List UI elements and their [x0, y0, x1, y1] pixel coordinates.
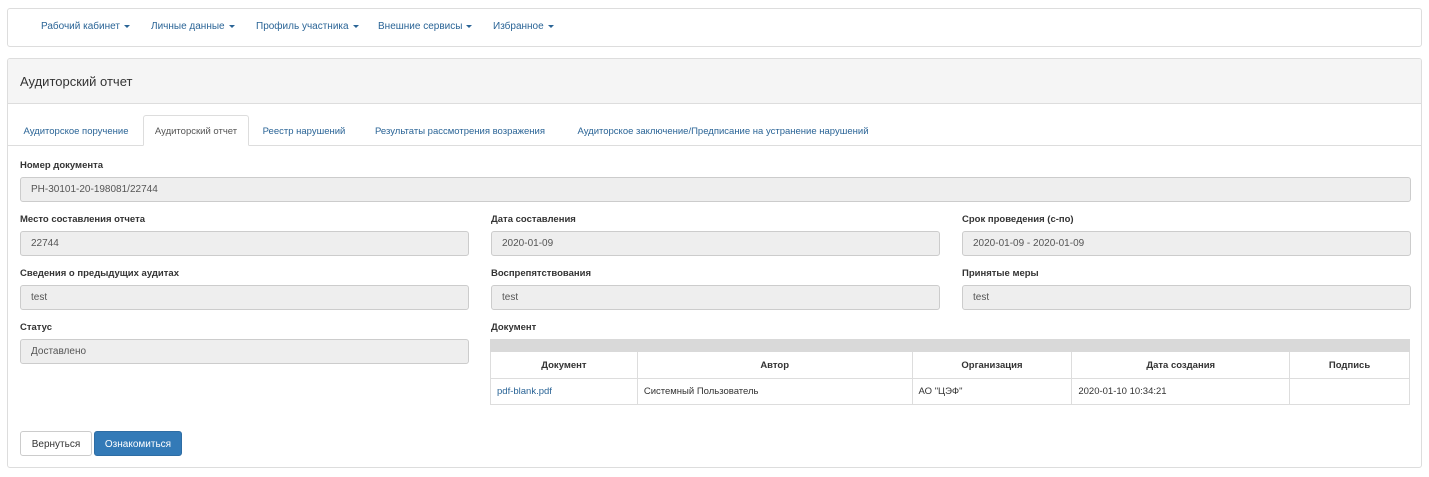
column-header-document: Документ	[490, 351, 638, 379]
obstructions-field[interactable]: test	[491, 285, 940, 310]
table-toolbar-bar	[490, 339, 1410, 352]
obstructions-label: Воспрепятствования	[491, 268, 592, 279]
caret-down-icon	[466, 24, 473, 28]
prev-audits-field[interactable]: test	[20, 285, 469, 310]
measures-label: Принятые меры	[962, 268, 1039, 279]
report-place-field[interactable]: 22744	[20, 231, 469, 256]
nav-item-label: Личные данные	[151, 21, 225, 32]
tab-bar: Аудиторское поручение Аудиторский отчет …	[8, 115, 1421, 146]
doc-number-label: Номер документа	[20, 160, 104, 171]
report-place-label: Место составления отчета	[20, 214, 146, 225]
column-header-author: Автор	[636, 351, 913, 379]
tab-audit-conclusion[interactable]: Аудиторское заключение/Предписание на ус…	[564, 116, 882, 146]
report-date-label: Дата составления	[491, 214, 576, 225]
column-header-signature: Подпись	[1289, 351, 1410, 379]
caret-down-icon	[352, 24, 359, 28]
tab-violations-registry[interactable]: Реестр нарушений	[256, 116, 352, 146]
nav-item-dashboard[interactable]: Рабочий кабинет	[41, 21, 130, 32]
documents-label: Документ	[491, 322, 537, 333]
status-field[interactable]: Доставлено	[20, 339, 469, 364]
audit-period-label: Срок проведения (с-по)	[962, 214, 1074, 225]
back-button[interactable]: Вернуться	[20, 431, 92, 456]
nav-item-personal-data[interactable]: Личные данные	[151, 21, 235, 32]
panel-title: Аудиторский отчет	[8, 59, 1421, 104]
column-header-created-date: Дата создания	[1071, 351, 1291, 379]
document-created-cell: 2020-01-10 10:34:21	[1071, 378, 1291, 405]
status-label: Статус	[20, 322, 53, 333]
nav-item-participant-profile[interactable]: Профиль участника	[256, 21, 359, 32]
tab-audit-assignment[interactable]: Аудиторское поручение	[20, 116, 132, 146]
nav-item-label: Профиль участника	[256, 21, 349, 32]
caret-down-icon	[228, 24, 235, 28]
prev-audits-label: Сведения о предыдущих аудитах	[20, 268, 179, 279]
document-signature-cell	[1289, 378, 1410, 405]
measures-field[interactable]: test	[962, 285, 1411, 310]
document-author-cell: Системный Пользователь	[636, 378, 913, 405]
nav-item-label: Избранное	[493, 21, 544, 32]
caret-down-icon	[547, 24, 554, 28]
doc-number-field[interactable]: PH-30101-20-198081/22744	[20, 177, 1411, 202]
tab-audit-report[interactable]: Аудиторский отчет	[143, 115, 249, 146]
table-header-row: Документ Автор Организация Дата создания…	[490, 351, 1410, 379]
top-navbar: Рабочий кабинет Личные данные Профиль уч…	[7, 8, 1422, 47]
nav-item-external-services[interactable]: Внешние сервисы	[378, 21, 473, 32]
caret-down-icon	[123, 24, 130, 28]
acknowledge-button[interactable]: Ознакомиться	[94, 431, 182, 456]
table-row: pdf-blank.pdf Системный Пользователь АО …	[490, 378, 1410, 405]
column-header-organization: Организация	[911, 351, 1073, 379]
nav-item-label: Рабочий кабинет	[41, 21, 120, 32]
nav-item-favorites[interactable]: Избранное	[493, 21, 554, 32]
tab-objection-results[interactable]: Результаты рассмотрения возражения	[364, 116, 556, 146]
report-date-field[interactable]: 2020-01-09	[491, 231, 940, 256]
audit-period-field[interactable]: 2020-01-09 - 2020-01-09	[962, 231, 1411, 256]
document-org-cell: АО "ЦЭФ"	[911, 378, 1073, 405]
documents-table: Документ Автор Организация Дата создания…	[490, 339, 1410, 405]
audit-report-panel: Аудиторский отчет Аудиторское поручение …	[7, 58, 1422, 468]
nav-item-label: Внешние сервисы	[378, 21, 463, 32]
document-file-link[interactable]: pdf-blank.pdf	[490, 378, 638, 405]
